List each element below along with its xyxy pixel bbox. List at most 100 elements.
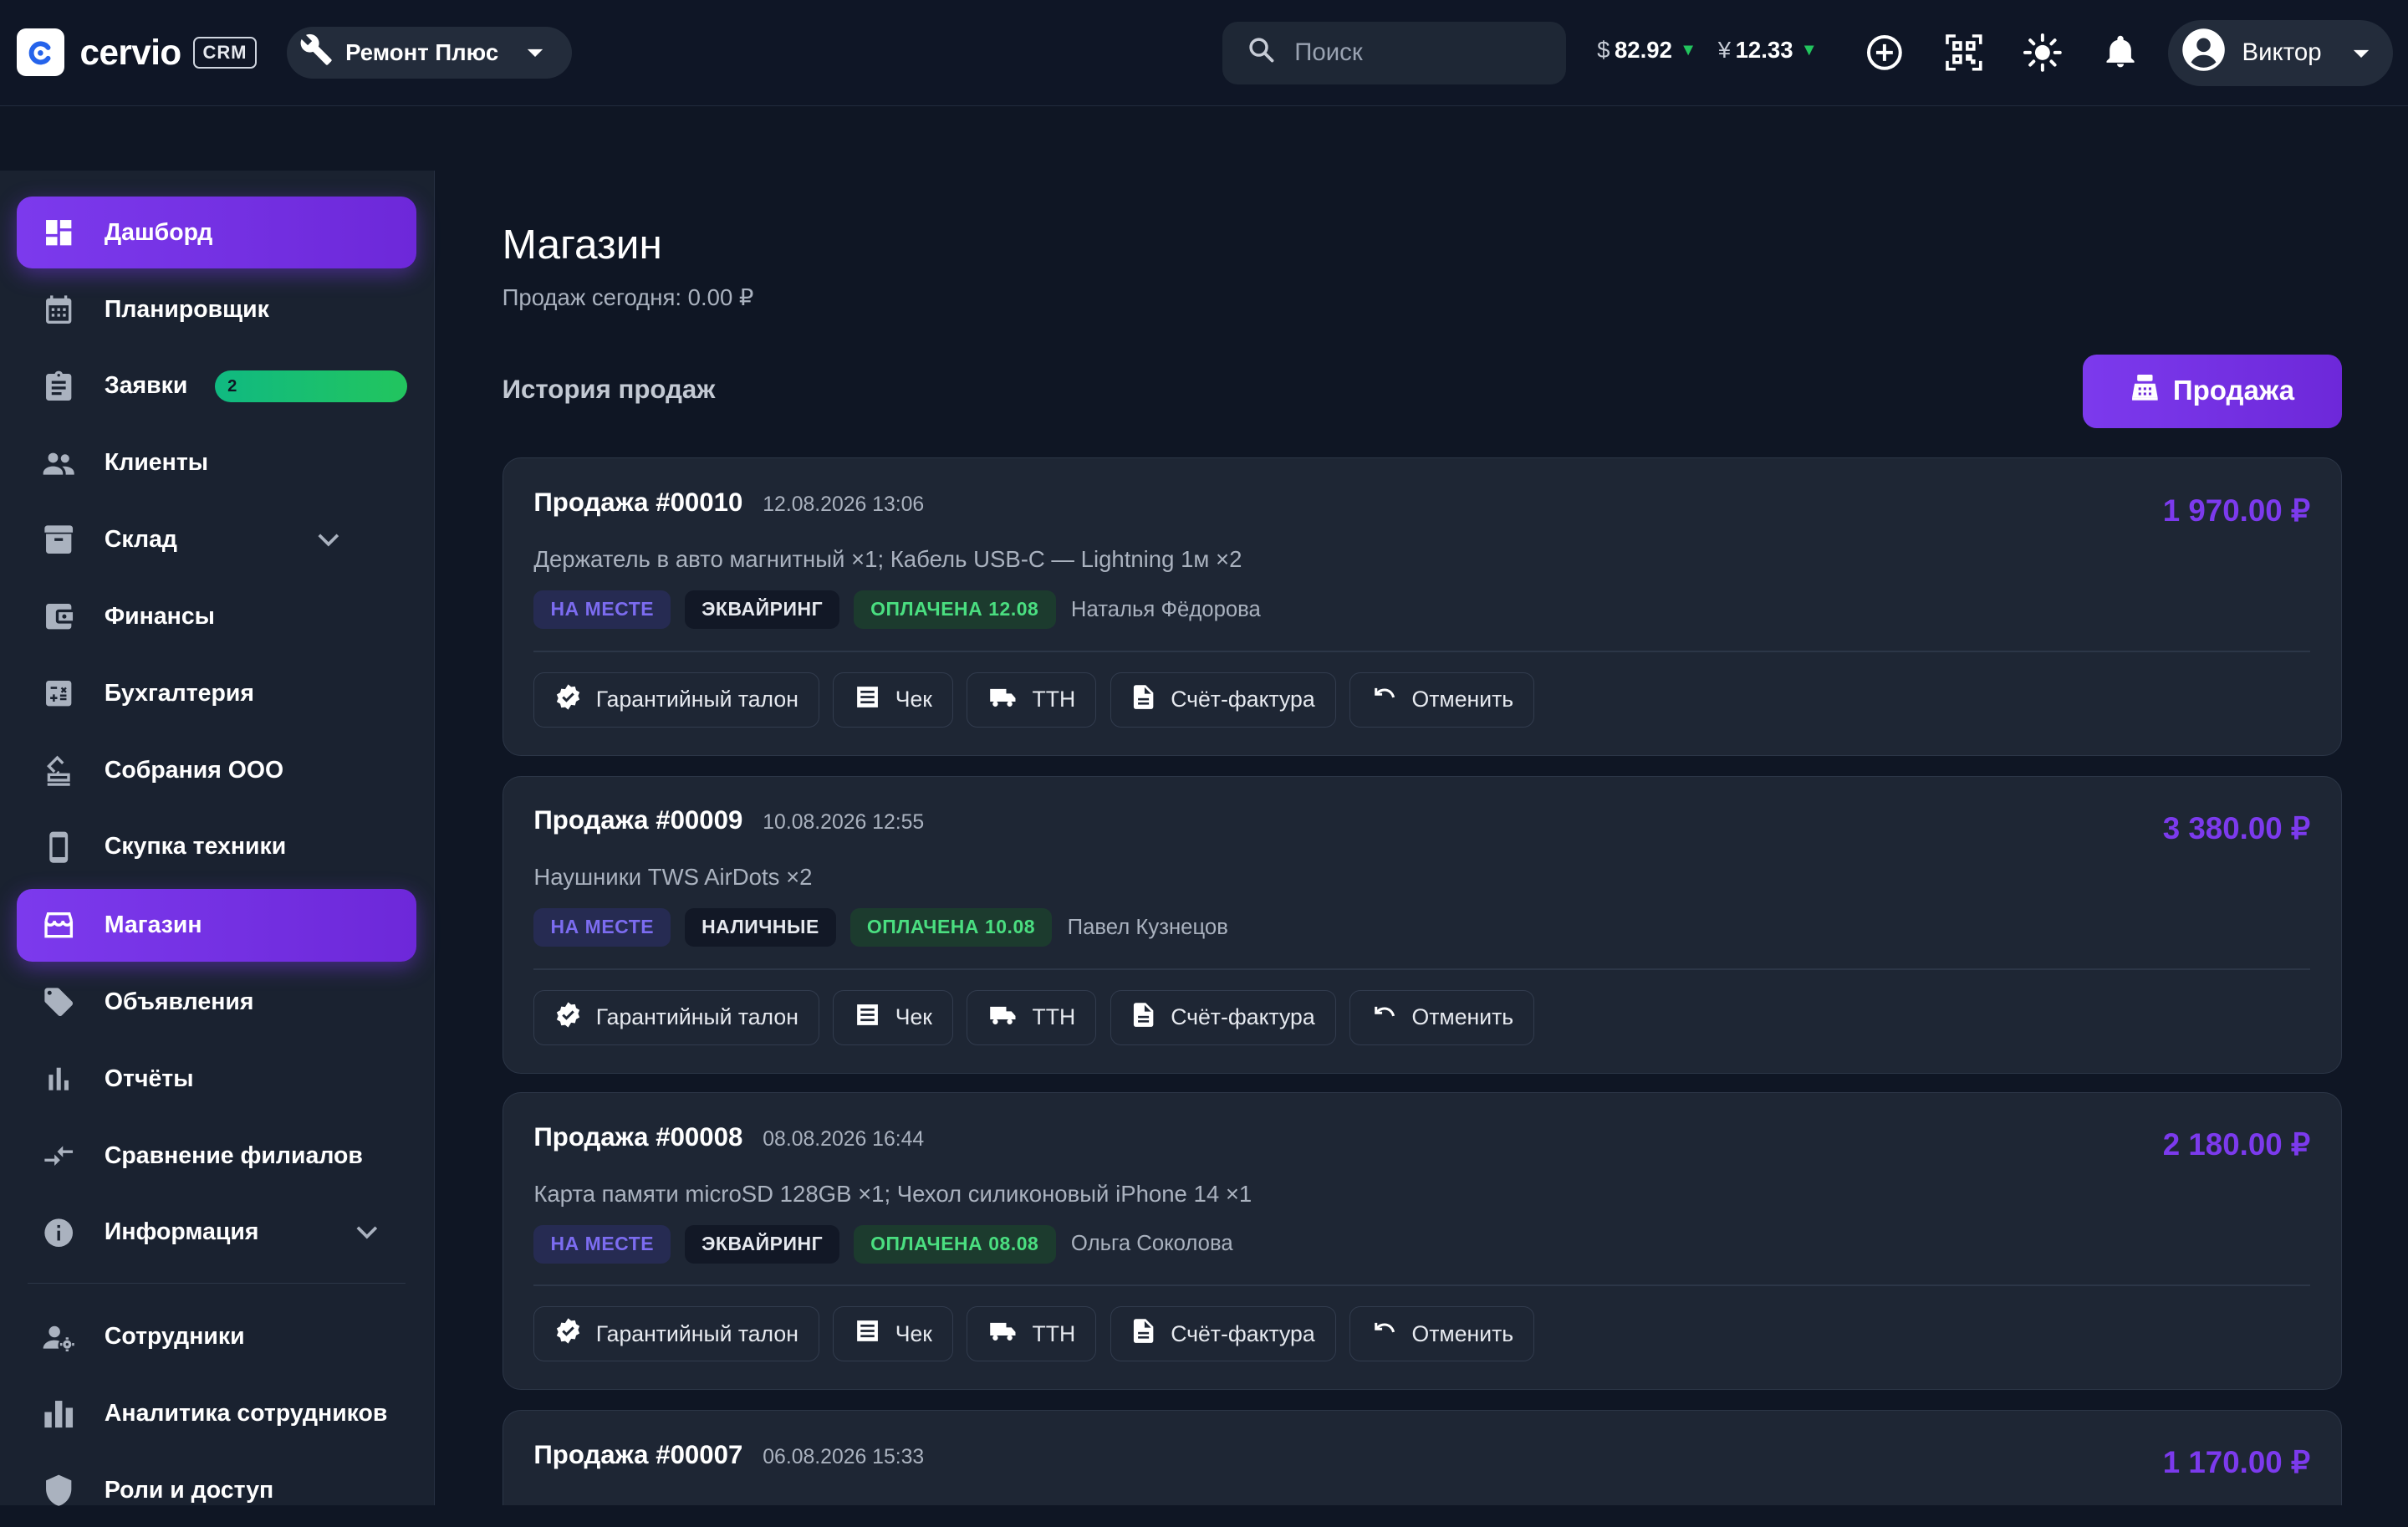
theme-sun-icon[interactable] <box>2021 31 2064 74</box>
sidebar-item-accounting[interactable]: Бухгалтерия <box>17 657 416 729</box>
sidebar-item-label: Дашборд <box>104 218 213 246</box>
sidebar-item-label: Сравнение филиалов <box>104 1141 363 1169</box>
sale-place-tag: НА МЕСТЕ <box>533 908 671 947</box>
warranty-button[interactable]: Гарантийный талон <box>533 672 819 728</box>
sidebar-item-info[interactable]: Информация <box>17 1197 416 1269</box>
page-subtitle: Продаж сегодня: 0.00 ₽ <box>502 283 754 310</box>
sidebar-item-staff-analytics[interactable]: Аналитика сотрудников <box>17 1378 416 1450</box>
new-sale-button[interactable]: Продажа <box>2082 355 2342 429</box>
sale-client: Ольга Соколова <box>1070 1232 1233 1256</box>
requests-count-badge: 2 <box>215 370 407 403</box>
sidebar-item-label: Роли и доступ <box>104 1476 274 1504</box>
sidebar-item-clients[interactable]: Клиенты <box>17 427 416 499</box>
sidebar-item-buyback[interactable]: Скупка техники <box>17 811 416 883</box>
invoice-button[interactable]: Счёт-фактура <box>1110 672 1336 728</box>
rate-usd: $ 82.92 ▼ <box>1597 37 1696 64</box>
sidebar-item-requests[interactable]: Заявки 2 <box>17 350 416 422</box>
invoice-button[interactable]: Счёт-фактура <box>1110 989 1336 1045</box>
cancel-sale-button[interactable]: Отменить <box>1349 1306 1535 1362</box>
sidebar-item-meetings[interactable]: Собрания ООО <box>17 734 416 806</box>
chevron-down-icon <box>356 1218 378 1247</box>
undo-icon <box>1370 684 1398 714</box>
receipt-label: Чек <box>895 687 932 712</box>
user-name: Виктор <box>2242 38 2322 67</box>
qr-scan-icon[interactable] <box>1942 31 1985 74</box>
cancel-sale-button[interactable]: Отменить <box>1349 672 1535 728</box>
sale-date: 12.08.2026 13:06 <box>763 493 925 517</box>
sale-place-tag: НА МЕСТЕ <box>533 590 671 630</box>
verified-badge-icon <box>554 683 582 717</box>
invoice-label: Счёт-фактура <box>1171 687 1315 712</box>
receipt-button[interactable]: Чек <box>833 989 953 1045</box>
verified-badge-icon <box>554 1001 582 1034</box>
warranty-button[interactable]: Гарантийный талон <box>533 1306 819 1362</box>
currency-rates: $ 82.92 ▼ ¥ 12.33 ▼ <box>1597 37 1818 64</box>
document-icon <box>1130 1317 1156 1351</box>
sale-card: Продажа #00010 12.08.2026 13:06 1 970.00… <box>502 457 2342 756</box>
add-circle-icon[interactable] <box>1863 31 1905 74</box>
sidebar-item-label: Магазин <box>104 912 202 939</box>
receipt-button[interactable]: Чек <box>833 672 953 728</box>
search-input[interactable] <box>1294 38 1525 68</box>
sidebar-item-label: Заявки <box>104 372 188 400</box>
org-switcher[interactable]: Ремонт Плюс <box>287 26 573 79</box>
user-menu[interactable]: Виктор <box>2168 19 2393 86</box>
cancel-label: Отменить <box>1411 687 1514 712</box>
sale-amount: 1 970.00 ₽ <box>2162 493 2311 528</box>
waybill-label: ТТН <box>1032 1320 1076 1346</box>
sale-status-tag: ОПЛАЧЕНА 10.08 <box>849 908 1053 947</box>
compare-arrows-icon <box>40 1137 77 1174</box>
dashboard-icon <box>40 214 77 251</box>
sidebar-item-finance[interactable]: Финансы <box>17 580 416 652</box>
app-logo[interactable]: cervio CRM <box>17 28 257 77</box>
cancel-label: Отменить <box>1411 1320 1514 1346</box>
truck-icon <box>987 1001 1018 1034</box>
sale-date: 08.08.2026 16:44 <box>763 1127 925 1151</box>
org-name: Ремонт Плюс <box>345 38 499 65</box>
invoice-label: Счёт-фактура <box>1171 1004 1315 1030</box>
sale-items: Наушники TWS AirDots ×2 <box>533 864 813 891</box>
bell-icon[interactable] <box>2099 31 2142 74</box>
waybill-label: ТТН <box>1032 687 1076 712</box>
sale-date: 10.08.2026 12:55 <box>763 811 925 835</box>
sidebar-item-dashboard[interactable]: Дашборд <box>17 197 416 269</box>
waybill-button[interactable]: ТТН <box>967 1306 1097 1362</box>
sale-date: 06.08.2026 15:33 <box>763 1445 925 1468</box>
sale-title: Продажа #00008 <box>533 1121 743 1152</box>
card-divider <box>533 650 2311 652</box>
rate-usd-symbol: $ <box>1597 37 1610 64</box>
tag-icon <box>40 983 77 1020</box>
sale-amount: 3 380.00 ₽ <box>2162 810 2311 845</box>
sale-payment-tag: НАЛИЧНЫЕ <box>684 908 837 947</box>
warranty-button[interactable]: Гарантийный талон <box>533 989 819 1045</box>
sidebar-item-ads[interactable]: Объявления <box>17 966 416 1038</box>
invoice-button[interactable]: Счёт-фактура <box>1110 1306 1336 1362</box>
sidebar-item-staff[interactable]: Сотрудники <box>17 1301 416 1373</box>
sidebar-item-branch-compare[interactable]: Сравнение филиалов <box>17 1120 416 1192</box>
sidebar-item-warehouse[interactable]: Склад <box>17 503 416 575</box>
sidebar-item-label: Объявления <box>104 988 254 1015</box>
avatar-icon <box>2181 27 2227 79</box>
sidebar-item-reports[interactable]: Отчёты <box>17 1043 416 1115</box>
app-name: cervio <box>79 32 182 72</box>
sidebar-item-roles[interactable]: Роли и доступ <box>17 1454 416 1526</box>
sidebar-item-planner[interactable]: Планировщик <box>17 273 416 345</box>
search-box[interactable] <box>1222 21 1567 84</box>
receipt-button[interactable]: Чек <box>833 1306 953 1362</box>
card-divider <box>533 1284 2311 1287</box>
waybill-button[interactable]: ТТН <box>967 672 1097 728</box>
sidebar: Дашборд Планировщик Заявки 2 Клиенты Скл… <box>0 170 435 1506</box>
chevron-down-icon <box>526 38 544 67</box>
chevron-down-icon <box>318 526 339 554</box>
receipt-label: Чек <box>895 1320 932 1346</box>
waybill-label: ТТН <box>1032 1004 1076 1030</box>
waybill-button[interactable]: ТТН <box>967 989 1097 1045</box>
sidebar-item-store[interactable]: Магазин <box>17 889 416 962</box>
trend-down-icon: ▼ <box>1680 40 1697 59</box>
stamp-icon <box>40 752 77 789</box>
sidebar-item-label: Сотрудники <box>104 1323 245 1351</box>
search-icon <box>1247 35 1276 71</box>
sidebar-item-label: Склад <box>104 526 177 554</box>
undo-icon <box>1370 1003 1398 1033</box>
cancel-sale-button[interactable]: Отменить <box>1349 989 1535 1045</box>
